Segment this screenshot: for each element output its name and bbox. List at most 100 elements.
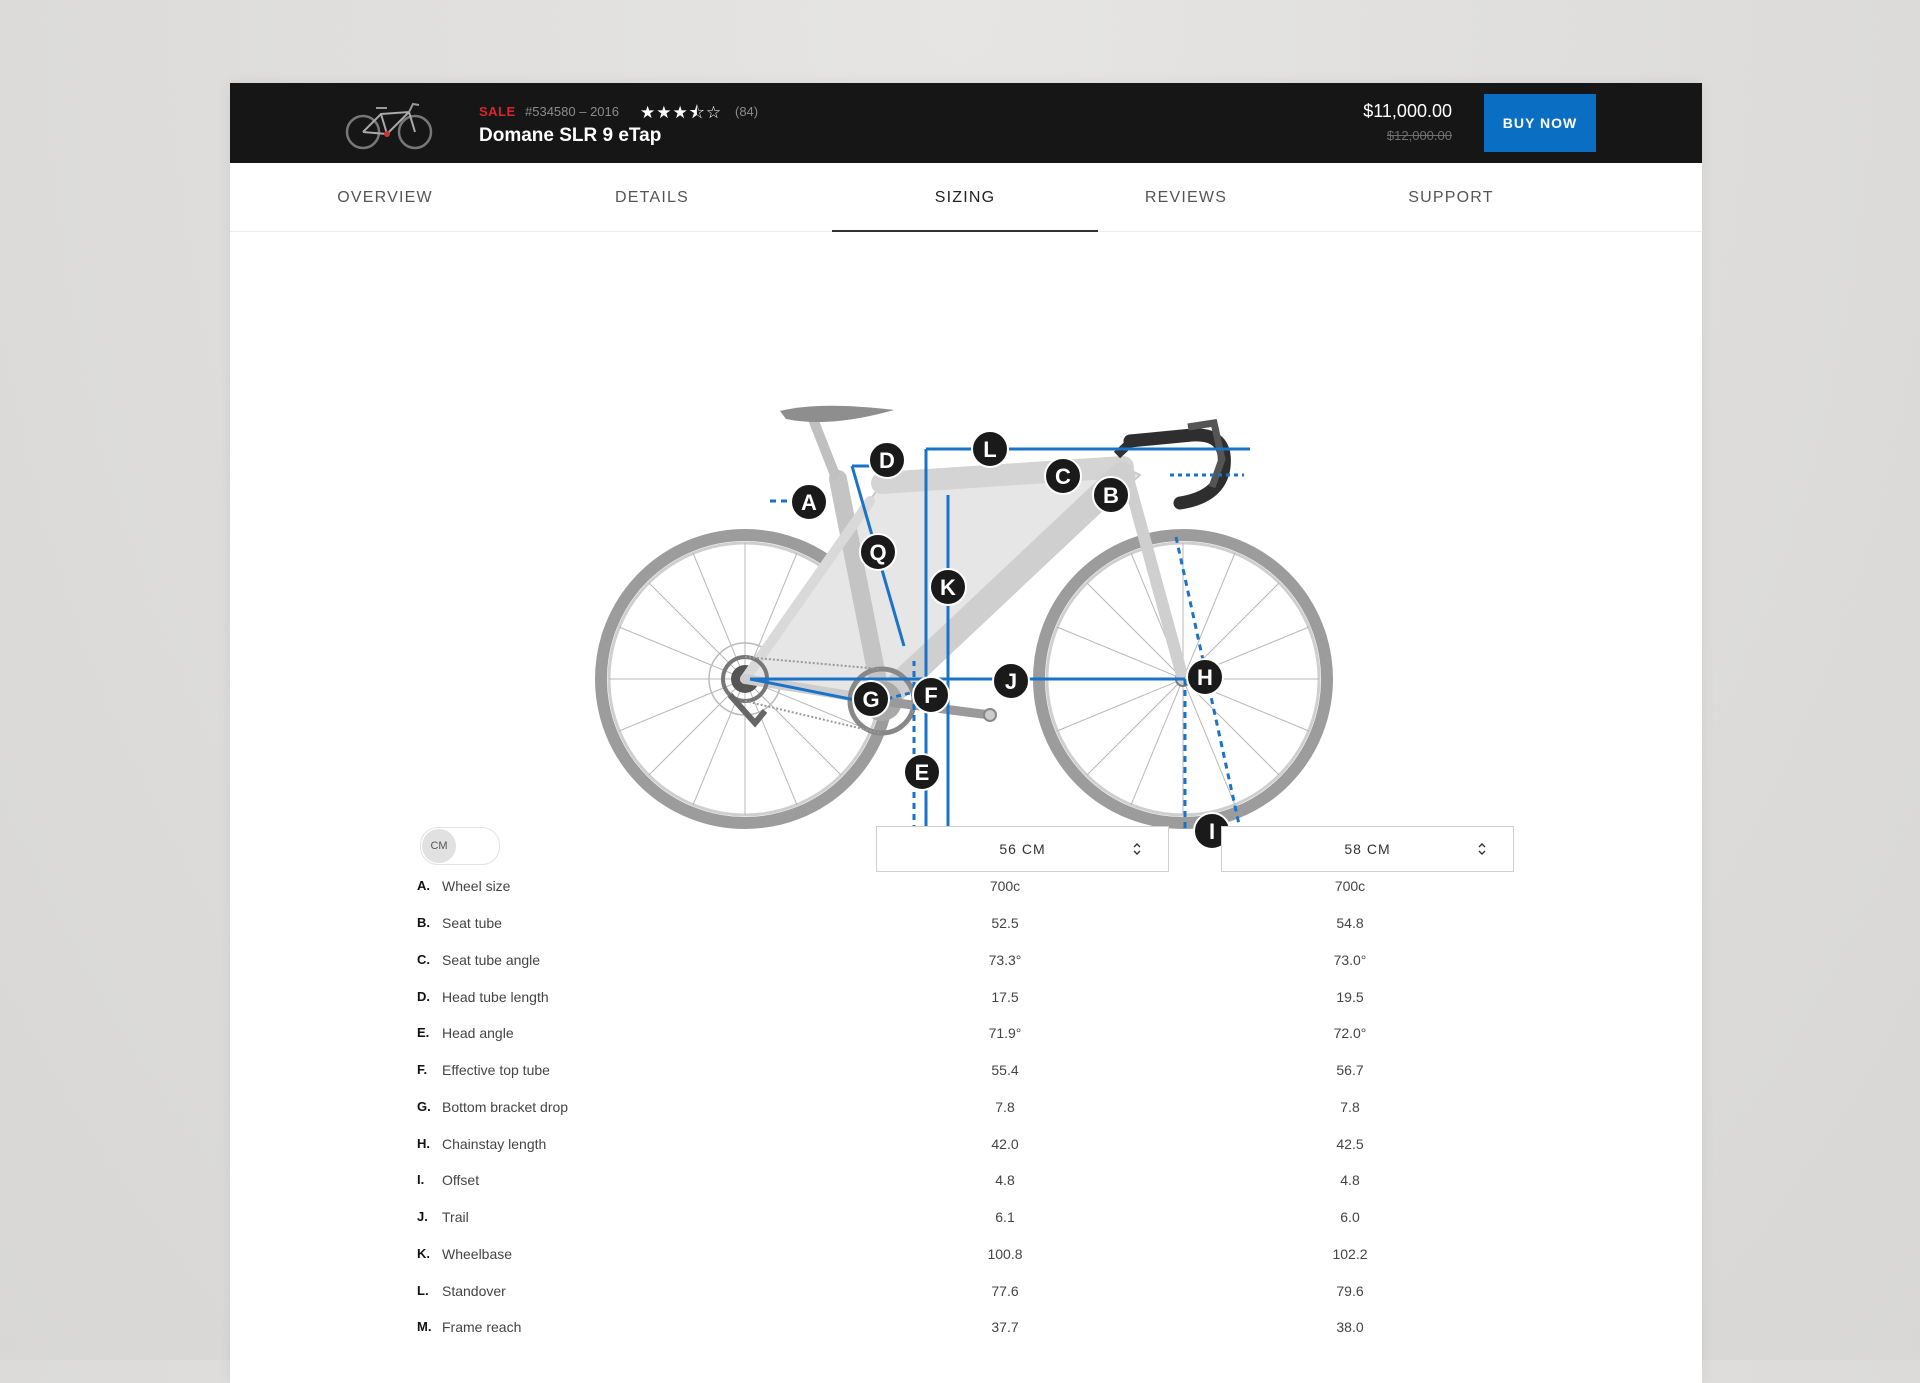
svg-text:D: D bbox=[879, 448, 895, 473]
chevron-updown-icon bbox=[1133, 843, 1141, 855]
spec-label: Chainstay length bbox=[442, 1136, 547, 1152]
table-row: G. Bottom bracket drop 7.8 7.8 bbox=[230, 1089, 1702, 1125]
marker-k[interactable]: K bbox=[929, 568, 967, 606]
product-header-bar: SALE #534580 – 2016 ★★★⯪☆ (84) Domane SL… bbox=[230, 83, 1702, 163]
spec-value-left: 7.8 bbox=[995, 1099, 1015, 1115]
spec-value-left: 4.8 bbox=[995, 1172, 1015, 1188]
table-row: E. Head angle 71.9° 72.0° bbox=[230, 1015, 1702, 1051]
svg-text:J: J bbox=[1005, 669, 1017, 694]
spec-label: Frame reach bbox=[442, 1319, 522, 1335]
spec-value-left: 42.0 bbox=[991, 1136, 1019, 1152]
spec-label: Seat tube angle bbox=[442, 952, 541, 968]
table-row: H. Chainstay length 42.0 42.5 bbox=[230, 1126, 1702, 1162]
svg-text:A: A bbox=[801, 490, 817, 515]
table-row: D. Head tube length 17.5 19.5 bbox=[230, 979, 1702, 1015]
tab-overview[interactable]: OVERVIEW bbox=[285, 163, 485, 231]
tab-sizing[interactable]: SIZING bbox=[832, 163, 1098, 232]
spec-value-left: 100.8 bbox=[987, 1246, 1023, 1262]
spec-value-right: 73.0° bbox=[1333, 952, 1367, 968]
spec-value-right: 79.6 bbox=[1336, 1283, 1364, 1299]
spec-label: Offset bbox=[442, 1172, 480, 1188]
size-select-right-value: 58 CM bbox=[1344, 841, 1391, 857]
svg-text:B: B bbox=[1103, 483, 1119, 508]
spec-value-right: 56.7 bbox=[1336, 1062, 1364, 1078]
table-row: F. Effective top tube 55.4 56.7 bbox=[230, 1052, 1702, 1088]
svg-text:G: G bbox=[862, 687, 879, 712]
marker-d[interactable]: D bbox=[868, 441, 906, 479]
spec-letter: K. bbox=[417, 1246, 430, 1261]
tab-support[interactable]: SUPPORT bbox=[1351, 163, 1551, 231]
current-price: $11,000.00 bbox=[1363, 101, 1452, 121]
marker-q[interactable]: Q bbox=[859, 533, 897, 571]
svg-text:F: F bbox=[924, 683, 937, 708]
size-select-right[interactable]: 58 CM bbox=[1221, 826, 1514, 872]
size-select-left[interactable]: 56 CM bbox=[876, 826, 1169, 872]
bike-geometry-diagram: A B C D E F G H I J K L Q bbox=[595, 405, 1333, 850]
spec-value-left: 6.1 bbox=[995, 1209, 1015, 1225]
marker-a[interactable]: A bbox=[790, 483, 828, 521]
marker-g[interactable]: G bbox=[852, 680, 890, 718]
marker-c[interactable]: C bbox=[1044, 457, 1082, 495]
bike-illustration bbox=[595, 405, 1333, 829]
spec-letter: I. bbox=[417, 1172, 425, 1187]
table-row: A. Wheel size 700c 700c bbox=[230, 868, 1702, 904]
spec-value-right: 19.5 bbox=[1336, 989, 1364, 1005]
table-row: I. Offset 4.8 4.8 bbox=[230, 1162, 1702, 1198]
spec-value-right: 38.0 bbox=[1336, 1319, 1364, 1335]
svg-text:E: E bbox=[915, 760, 930, 785]
svg-text:I: I bbox=[1209, 819, 1215, 844]
spec-label: Wheelbase bbox=[442, 1246, 513, 1262]
marker-j[interactable]: J bbox=[992, 662, 1030, 700]
spec-letter: B. bbox=[417, 915, 430, 930]
spec-value-right: 700c bbox=[1334, 878, 1366, 894]
spec-label: Head tube length bbox=[442, 989, 549, 1005]
marker-e[interactable]: E bbox=[903, 753, 941, 791]
spec-letter: M. bbox=[417, 1319, 432, 1334]
unit-toggle-knob: CM bbox=[422, 829, 456, 863]
tab-details[interactable]: DETAILS bbox=[552, 163, 752, 231]
marker-l[interactable]: L bbox=[971, 430, 1009, 468]
buy-now-button[interactable]: BUY NOW bbox=[1484, 94, 1596, 152]
spec-letter: D. bbox=[417, 989, 430, 1004]
product-sku: #534580 – 2016 bbox=[525, 104, 619, 119]
unit-toggle[interactable]: CM bbox=[420, 827, 500, 865]
spec-value-left: 73.3° bbox=[988, 952, 1022, 968]
spec-letter: H. bbox=[417, 1136, 430, 1151]
spec-value-right: 102.2 bbox=[1332, 1246, 1368, 1262]
spec-value-right: 72.0° bbox=[1333, 1025, 1367, 1041]
product-page: SALE #534580 – 2016 ★★★⯪☆ (84) Domane SL… bbox=[230, 83, 1702, 1383]
table-row: M. Frame reach 37.7 38.0 bbox=[230, 1309, 1702, 1345]
bike-thumbnail bbox=[345, 102, 433, 150]
tab-reviews[interactable]: REVIEWS bbox=[1086, 163, 1286, 231]
svg-text:C: C bbox=[1055, 464, 1071, 489]
spec-label: Seat tube bbox=[442, 915, 502, 931]
sale-badge: SALE bbox=[479, 104, 516, 119]
product-tabs: OVERVIEW DETAILS SIZING REVIEWS SUPPORT bbox=[230, 163, 1702, 232]
spec-letter: A. bbox=[417, 878, 430, 893]
spec-letter: F. bbox=[417, 1062, 428, 1077]
review-count[interactable]: (84) bbox=[735, 104, 758, 119]
spec-value-right: 42.5 bbox=[1336, 1136, 1364, 1152]
product-name: Domane SLR 9 eTap bbox=[479, 125, 662, 146]
size-select-left-value: 56 CM bbox=[999, 841, 1046, 857]
marker-f[interactable]: F bbox=[912, 676, 950, 714]
spec-value-right: 54.8 bbox=[1336, 915, 1364, 931]
spec-letter: E. bbox=[417, 1025, 430, 1040]
chevron-updown-icon bbox=[1478, 843, 1486, 855]
spec-label: Bottom bracket drop bbox=[442, 1099, 569, 1115]
spec-value-left: 37.7 bbox=[991, 1319, 1019, 1335]
spec-value-left: 77.6 bbox=[991, 1283, 1019, 1299]
spec-label: Wheel size bbox=[442, 878, 511, 894]
svg-text:Q: Q bbox=[869, 540, 886, 565]
spec-value-left: 71.9° bbox=[988, 1025, 1022, 1041]
marker-h[interactable]: H bbox=[1186, 658, 1224, 696]
svg-text:H: H bbox=[1197, 665, 1213, 690]
spec-label: Effective top tube bbox=[442, 1062, 550, 1078]
spec-value-right: 6.0 bbox=[1340, 1209, 1360, 1225]
spec-label: Standover bbox=[442, 1283, 506, 1299]
spec-value-right: 4.8 bbox=[1340, 1172, 1360, 1188]
table-row: L. Standover 77.6 79.6 bbox=[230, 1273, 1702, 1309]
spec-label: Head angle bbox=[442, 1025, 514, 1041]
marker-b[interactable]: B bbox=[1092, 476, 1130, 514]
original-price: $12,000.00 bbox=[1386, 128, 1452, 143]
